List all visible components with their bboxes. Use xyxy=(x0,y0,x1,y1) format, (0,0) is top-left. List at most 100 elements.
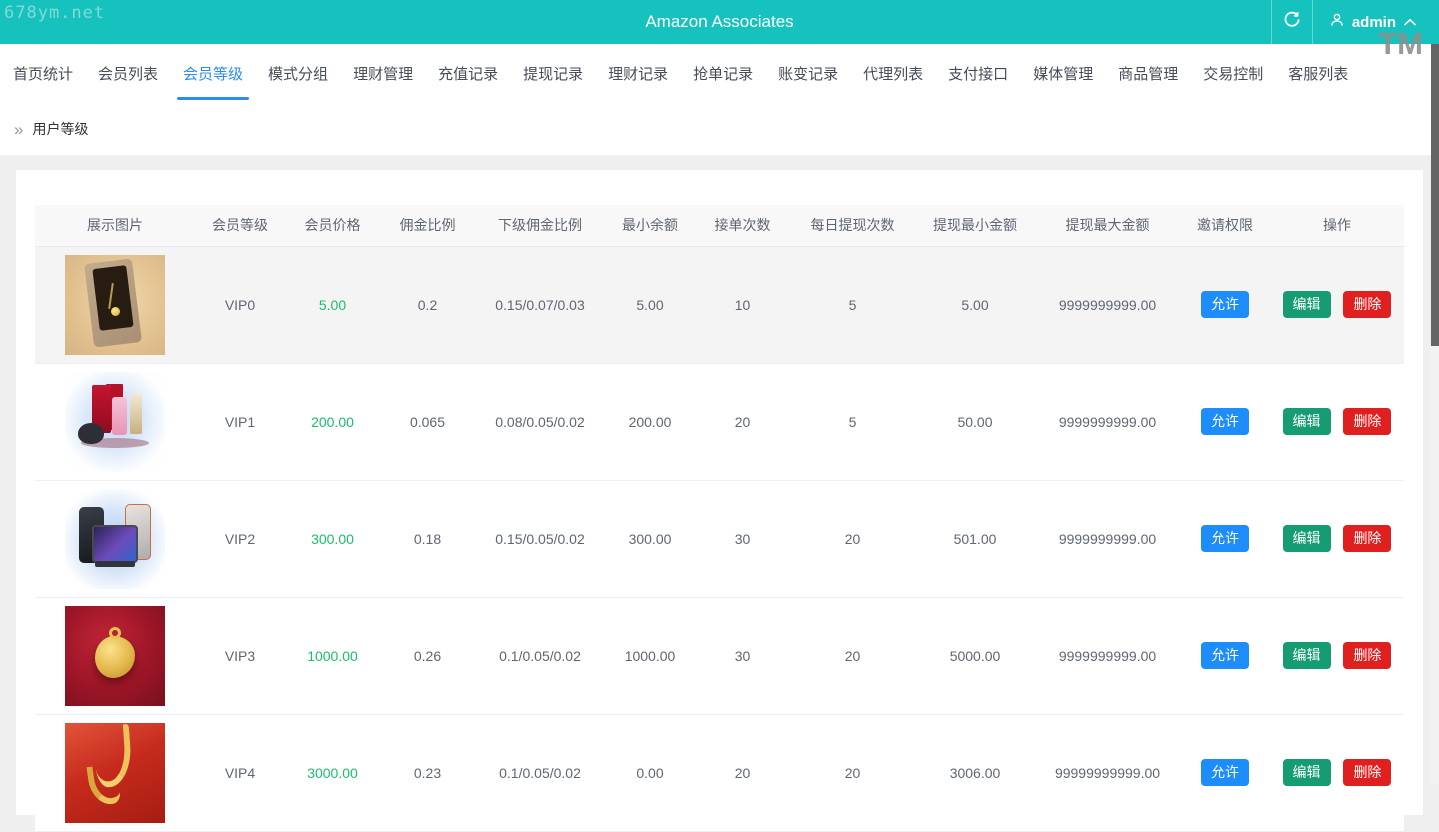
main-nav: 首页统计 会员列表 会员等级 模式分组 理财管理 充值记录 提现记录 理财记录 抢单记录 账变记录… xyxy=(0,44,1439,103)
cell-level: VIP0 xyxy=(195,246,285,364)
top-header: 678ym.net Amazon Associates admin xyxy=(0,0,1439,44)
column-header: 每日提现次数 xyxy=(790,205,915,247)
cell-order-count: 30 xyxy=(695,597,790,715)
nav-tab-4[interactable]: 模式分组 xyxy=(268,44,328,103)
cell-sub-commission: 0.1/0.05/0.02 xyxy=(475,597,605,715)
cell-min-balance: 300.00 xyxy=(605,480,695,598)
page-content: 展示图片 会员等级 会员价格 佣金比例 下级佣金比例 最小余额 接单次数 每日提现次数 提现最小… xyxy=(0,155,1439,832)
column-header: 提现最大金额 xyxy=(1035,205,1180,247)
allow-button[interactable]: 允许 xyxy=(1201,408,1249,435)
edit-button[interactable]: 编辑 xyxy=(1282,291,1331,318)
edit-button[interactable]: 编辑 xyxy=(1282,408,1331,435)
table-row: VIP1 200.00 0.065 0.08/0.05/0.02 200.00 … xyxy=(35,363,1404,481)
column-header: 最小余额 xyxy=(605,205,695,247)
edit-button[interactable]: 编辑 xyxy=(1282,642,1331,669)
refresh-icon xyxy=(1283,11,1301,34)
cell-min-withdrawal: 501.00 xyxy=(915,480,1035,598)
nav-tab-12[interactable]: 支付接口 xyxy=(948,44,1008,103)
cell-min-withdrawal: 5.00 xyxy=(915,246,1035,364)
column-header: 操作 xyxy=(1270,205,1404,247)
breadcrumb: » 用户等级 xyxy=(0,103,1439,155)
nav-tab-8[interactable]: 理财记录 xyxy=(608,44,668,103)
cell-min-balance: 0.00 xyxy=(605,714,695,832)
nav-tab-2[interactable]: 会员列表 xyxy=(98,44,158,103)
delete-button[interactable]: 删除 xyxy=(1343,525,1392,552)
cell-min-withdrawal: 3006.00 xyxy=(915,714,1035,832)
cell-max-withdrawal: 9999999999.00 xyxy=(1035,363,1180,481)
gold-pendant-image xyxy=(65,605,165,706)
nav-tab-10[interactable]: 账变记录 xyxy=(778,44,838,103)
cell-order-count: 20 xyxy=(695,714,790,832)
column-header: 提现最小金额 xyxy=(915,205,1035,247)
table-row: VIP0 5.00 0.2 0.15/0.07/0.03 5.00 10 5 5… xyxy=(35,246,1404,364)
cell-level: VIP2 xyxy=(195,480,285,598)
vip-levels-table: 展示图片 会员等级 会员价格 佣金比例 下级佣金比例 最小余额 接单次数 每日提现次数 提现最小… xyxy=(35,205,1404,832)
nav-tab-16[interactable]: 客服列表 xyxy=(1288,44,1348,103)
nav-tab-11[interactable]: 代理列表 xyxy=(863,44,923,103)
cell-commission: 0.2 xyxy=(380,246,475,364)
nav-tab-15[interactable]: 交易控制 xyxy=(1203,44,1263,103)
cell-price: 300.00 xyxy=(285,480,380,598)
nav-tab-5[interactable]: 理财管理 xyxy=(353,44,413,103)
nav-tab-13[interactable]: 媒体管理 xyxy=(1033,44,1093,103)
column-header: 接单次数 xyxy=(695,205,790,247)
cell-max-withdrawal: 9999999999.00 xyxy=(1035,246,1180,364)
cell-commission: 0.26 xyxy=(380,597,475,715)
column-header: 展示图片 xyxy=(35,205,195,247)
cell-max-withdrawal: 9999999999.00 xyxy=(1035,597,1180,715)
smartphones-set-image xyxy=(65,488,165,589)
scrollbar-thumb[interactable] xyxy=(1431,44,1439,346)
cell-daily-withdrawals: 5 xyxy=(790,246,915,364)
necklace-gift-box-image xyxy=(65,254,165,355)
edit-button[interactable]: 编辑 xyxy=(1282,759,1331,786)
nav-tab-9[interactable]: 抢单记录 xyxy=(693,44,753,103)
cell-price: 3000.00 xyxy=(285,714,380,832)
allow-button[interactable]: 允许 xyxy=(1201,525,1249,552)
cell-min-withdrawal: 50.00 xyxy=(915,363,1035,481)
cell-sub-commission: 0.15/0.07/0.03 xyxy=(475,246,605,364)
table-row: VIP2 300.00 0.18 0.15/0.05/0.02 300.00 3… xyxy=(35,480,1404,598)
cell-commission: 0.18 xyxy=(380,480,475,598)
cell-order-count: 10 xyxy=(695,246,790,364)
cell-sub-commission: 0.1/0.05/0.02 xyxy=(475,714,605,832)
edit-button[interactable]: 编辑 xyxy=(1282,525,1331,552)
gold-necklace-image xyxy=(65,722,165,823)
cell-daily-withdrawals: 20 xyxy=(790,480,915,598)
nav-tab-6[interactable]: 充值记录 xyxy=(438,44,498,103)
delete-button[interactable]: 删除 xyxy=(1343,408,1392,435)
allow-button[interactable]: 允许 xyxy=(1201,759,1249,786)
column-header: 邀请权限 xyxy=(1180,205,1270,247)
column-header: 下级佣金比例 xyxy=(475,205,605,247)
cell-commission: 0.23 xyxy=(380,714,475,832)
user-icon xyxy=(1329,12,1345,32)
delete-button[interactable]: 删除 xyxy=(1343,642,1392,669)
column-header: 会员等级 xyxy=(195,205,285,247)
cell-level: VIP3 xyxy=(195,597,285,715)
cell-level: VIP1 xyxy=(195,363,285,481)
nav-tab-3[interactable]: 会员等级 xyxy=(177,44,250,103)
nav-tab-1[interactable]: 首页统计 xyxy=(13,44,73,103)
nav-tab-14[interactable]: 商品管理 xyxy=(1118,44,1178,103)
cell-level: VIP4 xyxy=(195,714,285,832)
cell-order-count: 30 xyxy=(695,480,790,598)
app-title: Amazon Associates xyxy=(645,12,794,31)
cell-order-count: 20 xyxy=(695,363,790,481)
cell-price: 200.00 xyxy=(285,363,380,481)
cell-daily-withdrawals: 5 xyxy=(790,363,915,481)
delete-button[interactable]: 删除 xyxy=(1343,759,1392,786)
table-header-row: 展示图片 会员等级 会员价格 佣金比例 下级佣金比例 最小余额 接单次数 每日提现次数 提现最小… xyxy=(35,205,1404,247)
column-header: 佣金比例 xyxy=(380,205,475,247)
cell-daily-withdrawals: 20 xyxy=(790,597,915,715)
allow-button[interactable]: 允许 xyxy=(1201,642,1249,669)
refresh-button[interactable] xyxy=(1270,0,1313,44)
double-chevron-icon: » xyxy=(14,119,24,139)
nav-tab-7[interactable]: 提现记录 xyxy=(523,44,583,103)
cell-price: 1000.00 xyxy=(285,597,380,715)
scrollbar[interactable] xyxy=(1431,44,1439,784)
delete-button[interactable]: 删除 xyxy=(1343,291,1392,318)
cell-min-balance: 5.00 xyxy=(605,246,695,364)
column-header: 会员价格 xyxy=(285,205,380,247)
cell-min-balance: 200.00 xyxy=(605,363,695,481)
allow-button[interactable]: 允许 xyxy=(1201,291,1249,318)
cell-max-withdrawal: 9999999999.00 xyxy=(1035,480,1180,598)
